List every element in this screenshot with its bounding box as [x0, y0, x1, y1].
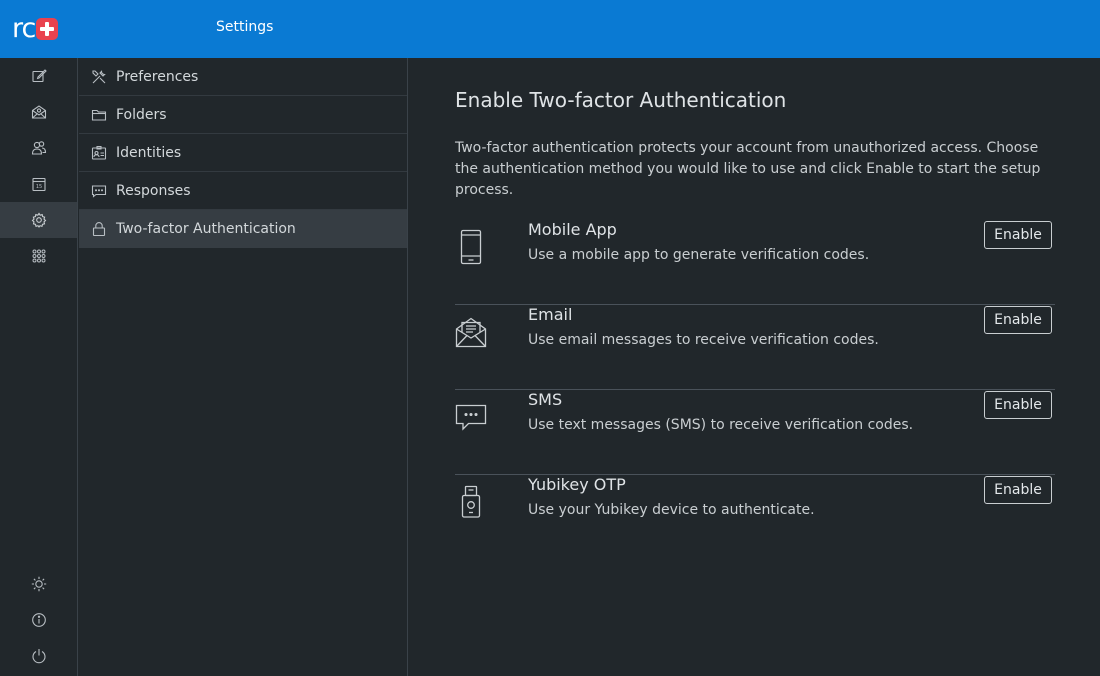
method-sms: SMS Use text messages (SMS) to receive v… — [455, 390, 1055, 475]
apps-icon — [32, 249, 45, 263]
mail-icon — [31, 105, 46, 119]
taskmenu-about[interactable] — [0, 602, 77, 638]
lock-icon — [92, 221, 106, 236]
yubikey-icon — [455, 483, 487, 521]
enable-mobile-app-button[interactable]: Enable — [984, 221, 1052, 249]
logo[interactable]: rc — [12, 13, 59, 44]
taskmenu-contacts[interactable] — [0, 130, 77, 166]
content-panel: Enable Two-factor Authentication Two-fac… — [409, 58, 1100, 676]
settings-item-label: Identities — [116, 144, 182, 161]
taskmenu-compose[interactable] — [0, 58, 77, 94]
settings-item-folders[interactable]: Folders — [79, 96, 407, 134]
intro-text: Two-factor authentication protects your … — [455, 140, 1041, 198]
preferences-icon — [92, 69, 106, 83]
compose-icon — [31, 69, 47, 83]
taskmenu-settings[interactable] — [0, 202, 77, 238]
settings-item-label: Two-factor Authentication — [116, 220, 296, 237]
content-heading: Enable Two-factor Authentication — [455, 88, 787, 112]
folder-icon — [91, 109, 107, 121]
task-menu: 15 — [0, 58, 78, 676]
method-title: Yubikey OTP — [528, 475, 626, 494]
enable-email-button[interactable]: Enable — [984, 306, 1052, 334]
mobile-icon — [455, 228, 487, 266]
settings-item-two-factor[interactable]: Two-factor Authentication — [79, 210, 407, 248]
method-yubikey: Yubikey OTP Use your Yubikey device to a… — [455, 475, 1055, 560]
settings-nav: Preferences Folders Identities Responses… — [79, 58, 408, 676]
method-description: Use your Yubikey device to authenticate. — [528, 502, 815, 518]
settings-item-label: Responses — [116, 182, 191, 199]
settings-item-label: Folders — [116, 106, 167, 123]
method-title: Mobile App — [528, 220, 617, 239]
taskmenu-mail[interactable] — [0, 94, 77, 130]
method-description: Use a mobile app to generate verificatio… — [528, 247, 870, 263]
identity-icon — [91, 145, 107, 160]
responses-icon — [91, 184, 107, 198]
settings-item-responses[interactable]: Responses — [79, 172, 407, 210]
about-icon — [31, 613, 46, 627]
taskmenu-theme[interactable] — [0, 566, 77, 602]
top-bar: rc Settings — [0, 0, 1100, 58]
method-title: Email — [528, 305, 573, 324]
logout-icon — [31, 649, 46, 664]
calendar-icon: 15 — [31, 177, 46, 192]
theme-icon — [31, 576, 46, 592]
method-description: Use text messages (SMS) to receive verif… — [528, 417, 914, 433]
enable-yubikey-button[interactable]: Enable — [984, 476, 1052, 504]
contacts-icon — [31, 141, 46, 155]
method-description: Use email messages to receive verificati… — [528, 332, 879, 348]
method-mobile-app: Mobile App Use a mobile app to generate … — [455, 220, 1055, 305]
enable-sms-button[interactable]: Enable — [984, 391, 1052, 419]
taskmenu-apps[interactable] — [0, 238, 77, 274]
settings-item-label: Preferences — [116, 68, 199, 85]
settings-icon — [31, 212, 46, 228]
svg-text:15: 15 — [35, 184, 41, 190]
logo-text: rc — [12, 13, 36, 44]
email-icon — [455, 313, 487, 351]
method-email: Email Use email messages to receive veri… — [455, 305, 1055, 390]
sms-icon — [455, 398, 487, 436]
logo-plus-icon — [36, 18, 59, 40]
method-list: Mobile App Use a mobile app to generate … — [455, 220, 1055, 560]
taskmenu-logout[interactable] — [0, 638, 77, 674]
settings-item-preferences[interactable]: Preferences — [79, 58, 407, 96]
taskmenu-calendar[interactable]: 15 — [0, 166, 77, 202]
method-title: SMS — [528, 390, 563, 409]
page-title: Settings — [216, 19, 274, 35]
settings-item-identities[interactable]: Identities — [79, 134, 407, 172]
